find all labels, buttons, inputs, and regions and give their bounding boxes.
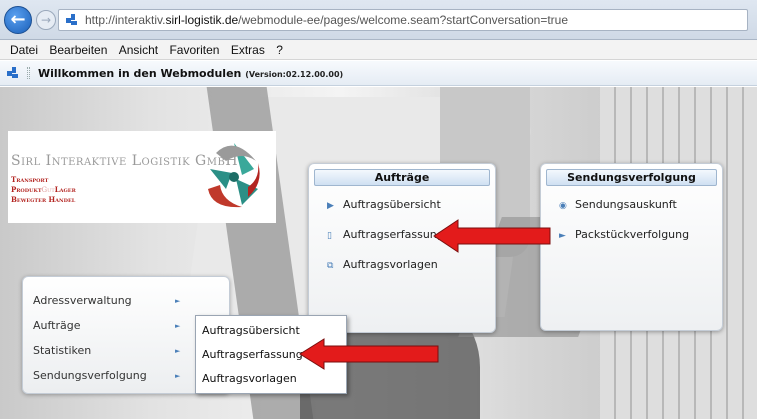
app-header: Willkommen in den Webmodulen (Version:02… [0, 61, 757, 86]
panel-item-sendungsauskunft[interactable]: ◉ Sendungsauskunft [559, 198, 677, 211]
url-text: http://interaktiv.sirl-logistik.de/webmo… [85, 13, 568, 27]
panel-item-label: Auftragsübersicht [343, 198, 441, 211]
menu-datei[interactable]: Datei [10, 40, 38, 57]
binoculars-icon: ◉ [559, 201, 567, 211]
menu-ansicht[interactable]: Ansicht [119, 40, 158, 57]
page-title-text: Willkommen in den Webmodulen [38, 67, 242, 80]
menu-favoriten[interactable]: Favoriten [169, 40, 219, 57]
folder-icon: ▶ [327, 201, 334, 211]
panel-item-label: Auftragsvorlagen [343, 258, 438, 271]
panel-item-label: Auftragserfassung [343, 228, 444, 241]
url-host: sirl-logistik.de [165, 13, 239, 27]
submenu-item-auftragsuebersicht[interactable]: Auftragsübersicht [202, 324, 300, 337]
panel-item-auftragsuebersicht[interactable]: ▶ Auftragsübersicht [327, 198, 441, 211]
logo-tagline-2c: Lager [54, 185, 76, 194]
url-prefix: http://interaktiv. [85, 13, 166, 27]
logo-tagline-3: Bewegter Handel [11, 195, 76, 204]
browser-menubar: Datei Bearbeiten Ansicht Favoriten Extra… [0, 40, 757, 60]
chevron-right-icon: ► [175, 297, 181, 305]
copy-icon: ⧉ [327, 261, 334, 271]
logo-tagline-1: Transport [11, 175, 49, 184]
url-field[interactable]: http://interaktiv.sirl-logistik.de/webmo… [58, 9, 748, 31]
submenu-item-auftragsvorlagen[interactable]: Auftragsvorlagen [202, 372, 297, 385]
url-path: /webmodule-ee/pages/welcome.seam?startCo… [238, 13, 569, 27]
nav-item-auftraege[interactable]: Aufträge [33, 319, 81, 332]
submenu-item-auftragserfassung[interactable]: Auftragserfassung [202, 348, 303, 361]
annotation-arrow-submenu [299, 338, 439, 370]
annotation-arrow-panel [433, 219, 551, 253]
document-icon: ▯ [327, 231, 332, 241]
chevron-right-icon: ► [175, 322, 181, 330]
version-label: (Version:02.12.00.00) [245, 70, 344, 79]
panel-item-auftragsvorlagen[interactable]: ⧉ Auftragsvorlagen [327, 258, 438, 271]
nav-item-adressverwaltung[interactable]: Adressverwaltung [33, 294, 132, 307]
browser-address-bar: ← → http://interaktiv.sirl-logistik.de/w… [0, 0, 757, 40]
site-favicon-icon [66, 14, 77, 25]
app-logo-icon [7, 67, 18, 78]
panel-sendungsverfolgung: Sendungsverfolgung ◉ Sendungsauskunft ► Pa… [540, 163, 723, 331]
company-logo: Sirl Interaktive Logistik GmbH Transport… [8, 131, 276, 223]
panel-auftraege-title: Aufträge [314, 169, 490, 186]
panel-item-auftragserfassung[interactable]: ▯ Auftragserfassung [327, 228, 444, 241]
menu-bearbeiten[interactable]: Bearbeiten [49, 40, 107, 57]
menu-extras[interactable]: Extras [231, 40, 265, 57]
panel-sendungsverfolgung-title: Sendungsverfolgung [546, 169, 717, 186]
nav-item-statistiken[interactable]: Statistiken [33, 344, 91, 357]
page-title: Willkommen in den Webmodulen (Version:02… [38, 67, 343, 80]
forward-button[interactable]: → [36, 10, 56, 30]
chevron-right-icon: ► [175, 372, 181, 380]
header-separator [27, 67, 30, 79]
panel-item-label: Sendungsauskunft [575, 198, 677, 211]
menu-help[interactable]: ? [276, 40, 283, 57]
company-logo-mark-icon [208, 143, 260, 208]
chevron-right-icon: ► [175, 347, 181, 355]
package-icon: ► [559, 231, 566, 241]
nav-item-sendungsverfolgung[interactable]: Sendungsverfolgung [33, 369, 147, 382]
logo-tagline-2b: Gut [41, 186, 55, 194]
panel-item-packstueckverfolgung[interactable]: ► Packstückverfolgung [559, 228, 689, 241]
back-button[interactable]: ← [4, 6, 32, 34]
logo-tagline-2a: Produkt [11, 185, 42, 194]
logo-tagline-2: ProduktGutLager [11, 185, 76, 194]
panel-item-label: Packstückverfolgung [575, 228, 690, 241]
